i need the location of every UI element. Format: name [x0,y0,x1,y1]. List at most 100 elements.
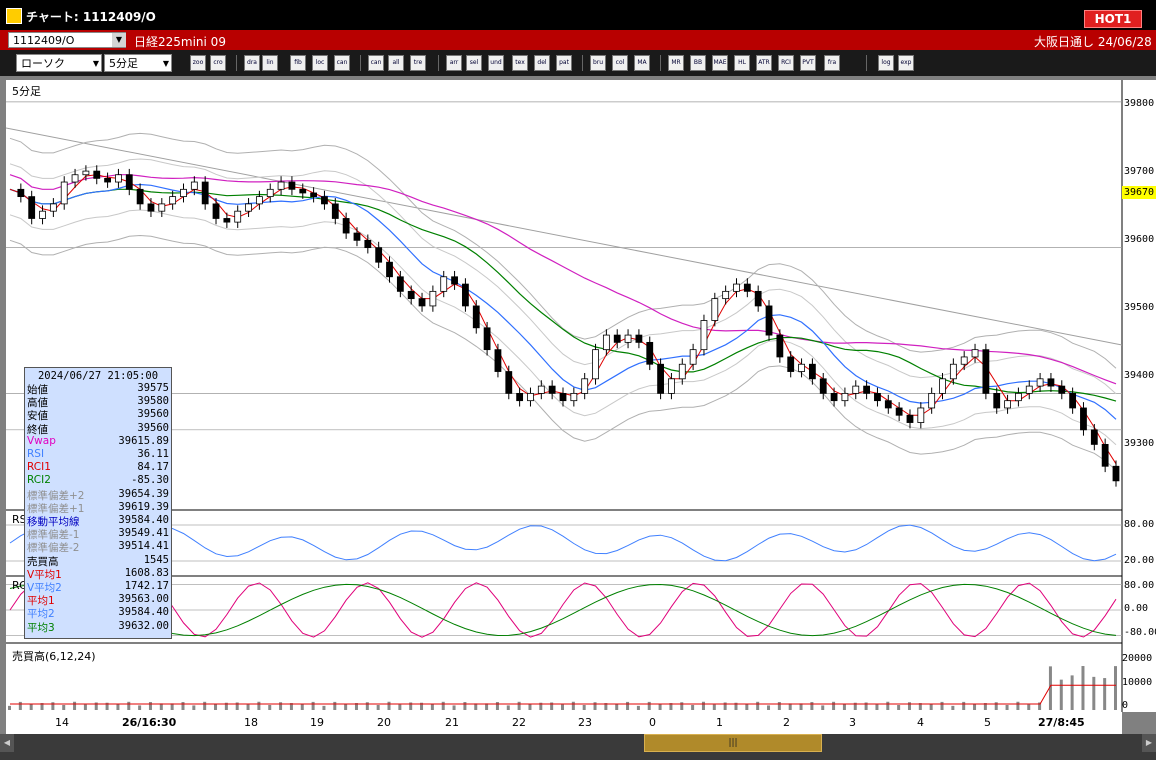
zoom-tool-button[interactable]: zoo [190,55,206,71]
toolbar-separator [236,55,237,71]
hl-tool-button[interactable]: HL [734,55,750,71]
hot-badge[interactable]: HOT1 [1084,10,1142,28]
candle-body [874,392,881,402]
candle-down-tool-button[interactable]: can [368,55,384,71]
volume-axis-label: 10000 [1122,677,1153,688]
info-row: 標準偏差+2 39654.39 [27,488,169,502]
rci-axis-label: 80.00 [1124,580,1155,591]
rsi-line [9,524,1117,562]
volume-bar [148,702,152,710]
volume-bar [680,702,684,710]
volume-bar [116,704,120,710]
candle-body [646,341,654,365]
rci-tool-button[interactable]: RCI [778,55,794,71]
volume-bar [1027,704,1031,710]
price-axis-label: 39400 [1124,370,1155,381]
volume-bar [712,704,716,710]
candle-body [115,174,122,183]
scrollbar-thumb[interactable]: ||| [644,734,822,752]
volume-bar [257,701,261,710]
delete-tool-button[interactable]: del [534,55,550,71]
brush-tool-button[interactable]: bru [590,55,606,71]
all-tool-button[interactable]: all [388,55,404,71]
bb-tool-button[interactable]: BB [690,55,706,71]
rci-axis-label: 0.00 [1124,603,1149,614]
price-chart[interactable] [5,80,1156,712]
fibonacci-tool-button[interactable]: fib [290,55,306,71]
select-tool-button[interactable]: sel [466,55,482,71]
mae-tool-button[interactable]: MAE [712,55,728,71]
lock-tool-button[interactable]: loc [312,55,328,71]
candle-body [1004,400,1011,409]
info-row: 標準偏差-2 39514.41 [27,540,169,554]
volume-bar [875,704,879,710]
scroll-left-arrow[interactable]: ◀ [0,734,14,752]
line-tool-button[interactable]: lin [262,55,278,71]
candle-body [28,196,36,219]
volume-bar [73,701,77,710]
interval-select[interactable]: 5分足 ▼ [104,54,172,72]
info-key: 平均3 [27,621,55,634]
volume-bar [138,705,142,710]
candle-body [1101,444,1109,467]
arrow-tool-button[interactable]: arr [446,55,462,71]
info-value: 39575 [137,382,169,394]
pvt-tool-button[interactable]: PVT [800,55,816,71]
text-tool-button[interactable]: tex [512,55,528,71]
toolbar-separator [438,55,439,71]
candle-body [266,188,274,198]
main-panel-label: 5分足 [12,85,41,98]
info-row: 標準偏差+1 39619.39 [27,501,169,515]
chart-type-select[interactable]: ローソク ▼ [16,54,102,72]
volume-bar [658,703,662,710]
bollinger-upper-2 [9,132,1117,369]
atr-tool-button[interactable]: ATR [756,55,772,71]
candle-body [147,203,155,212]
mr-tool-button[interactable]: MR [668,55,684,71]
frame-tool-button[interactable]: fra [824,55,840,71]
candle-body [494,349,502,372]
candle-body [939,378,946,394]
drawing-tool-button[interactable]: dra [244,55,260,71]
chart-area[interactable] [5,80,1156,712]
price-axis-label: 39300 [1124,438,1155,449]
volume-bar [1070,675,1074,710]
pattern-tool-button[interactable]: pat [556,55,572,71]
candle-body [158,203,166,212]
candle-body [895,407,903,416]
toolbar-separator [360,55,361,71]
trend-tool-button[interactable]: tre [410,55,426,71]
scroll-right-arrow[interactable]: ▶ [1142,734,1156,752]
color-tool-button[interactable]: col [612,55,628,71]
volume-bar [647,701,651,710]
candle-body [852,385,860,394]
candle-up-tool-button[interactable]: can [334,55,350,71]
volume-bar [279,702,283,710]
candle-body [483,327,491,351]
info-row: RSI 36.11 [27,448,169,461]
volume-panel-label: 売買高(6,12,24) [12,650,96,663]
volume-bar [777,702,781,710]
candle-body [787,356,795,372]
candle-body [819,378,827,394]
crosshair-tool-button[interactable]: cro [210,55,226,71]
volume-bar [1103,678,1107,710]
info-value: 39549.41 [118,527,169,540]
candle-body [49,203,57,212]
ma-tool-button[interactable]: MA [634,55,650,71]
log-tool-button[interactable]: log [878,55,894,71]
symbol-code-input[interactable]: 1112409/O [8,32,126,48]
symbol-dropdown-button[interactable]: ▼ [112,33,126,47]
time-axis-label: 1 [716,716,723,729]
chart-scrollbar[interactable] [0,734,1156,760]
candle-body [321,196,328,205]
undo-tool-button[interactable]: und [488,55,504,71]
info-value: 39560 [137,408,169,421]
volume-bar [994,702,998,710]
info-datetime: 2024/06/27 21:05:00 [37,370,159,382]
candle-body [169,196,177,205]
candle-body [375,247,383,263]
candle-body [733,283,740,292]
export-tool-button[interactable]: exp [898,55,914,71]
chevron-down-icon: ▼ [92,59,99,68]
